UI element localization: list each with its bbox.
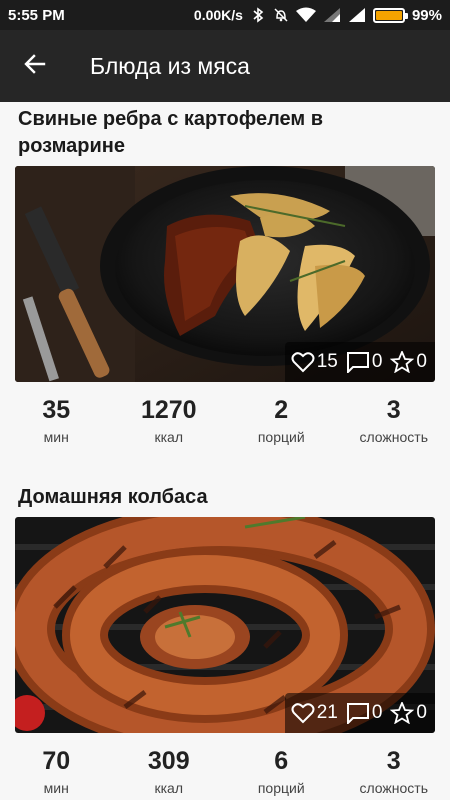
stat-label: порций — [257, 780, 305, 796]
status-time: 5:55 PM — [8, 6, 65, 24]
stat-value: 35 — [42, 396, 71, 424]
signal-icon — [348, 7, 366, 23]
heart-icon — [291, 351, 315, 373]
comments-count: 0 — [371, 702, 383, 723]
comment-icon — [346, 702, 370, 724]
stat-value: 70 — [42, 747, 71, 775]
battery-icon — [372, 7, 408, 23]
bluetooth-icon — [250, 7, 266, 23]
signal-icon — [323, 7, 341, 23]
stat-value: 1270 — [140, 396, 197, 424]
recipe-stats: 35 мин 1270 ккал 2 порций 3 сложность — [0, 382, 450, 462]
comments-count: 0 — [371, 351, 383, 372]
stat-label: мин — [43, 780, 69, 796]
favorites-count: 0 — [416, 702, 427, 723]
heart-icon — [291, 702, 315, 724]
stat-label: мин — [43, 429, 69, 445]
stat-label: сложность — [359, 429, 429, 445]
likes-count: 15 — [316, 351, 338, 372]
arrow-back-icon — [23, 52, 47, 81]
stat-calories: 309 ккал — [113, 733, 226, 800]
recipe-list[interactable]: Свиные ребра с картофелем в розмарине 15… — [0, 102, 450, 800]
stat-label: сложность — [359, 780, 429, 796]
recipe-title: Домашняя колбаса — [18, 486, 208, 508]
favorites-counter[interactable]: 0 — [390, 702, 427, 724]
card-spacer — [0, 462, 450, 480]
recipe-card[interactable]: Свиные ребра с картофелем в розмарине 15… — [0, 102, 450, 462]
recipe-card[interactable]: Домашняя колбаса 21 0 0 70 мин 309 ккал … — [0, 480, 450, 800]
star-icon — [390, 351, 415, 373]
stat-time: 70 мин — [0, 733, 113, 800]
stat-difficulty: 3 сложность — [338, 733, 450, 800]
app-bar: Блюда из мяса — [0, 30, 450, 102]
battery-level: 99% — [411, 6, 442, 24]
back-button[interactable] — [0, 30, 70, 102]
stat-value: 309 — [147, 747, 190, 775]
stat-value: 3 — [386, 747, 401, 775]
page-title: Блюда из мяса — [90, 52, 250, 79]
favorites-counter[interactable]: 0 — [390, 351, 427, 373]
recipe-photo[interactable]: 15 0 0 — [15, 166, 435, 382]
likes-counter[interactable]: 15 — [291, 351, 338, 373]
status-bar: 5:55 PM 0.00K/s 99% — [0, 0, 450, 30]
recipe-stats: 70 мин 309 ккал 6 порций 3 сложность — [0, 733, 450, 800]
favorites-count: 0 — [416, 351, 427, 372]
recipe-photo[interactable]: 21 0 0 — [15, 517, 435, 733]
recipe-counters: 15 0 0 — [284, 342, 435, 382]
alarm-off-icon — [273, 7, 289, 23]
wifi-icon — [295, 7, 316, 23]
recipe-counters: 21 0 0 — [284, 693, 435, 733]
stat-value: 3 — [386, 396, 401, 424]
stat-time: 35 мин — [0, 382, 113, 462]
network-speed: 0.00K/s — [193, 7, 243, 23]
comment-icon — [346, 351, 370, 373]
stat-label: ккал — [154, 780, 183, 796]
stat-label: ккал — [154, 429, 183, 445]
stat-calories: 1270 ккал — [113, 382, 226, 462]
likes-counter[interactable]: 21 — [291, 702, 338, 724]
stat-servings: 2 порций — [225, 382, 338, 462]
stat-value: 6 — [274, 747, 289, 775]
stat-label: порций — [257, 429, 305, 445]
star-icon — [390, 702, 415, 724]
recipe-title: Свиные ребра с картофелем в розмарине — [18, 108, 324, 157]
comments-counter[interactable]: 0 — [346, 351, 383, 373]
stat-value: 2 — [274, 396, 289, 424]
stat-servings: 6 порций — [225, 733, 338, 800]
stat-difficulty: 3 сложность — [338, 382, 450, 462]
likes-count: 21 — [316, 702, 338, 723]
comments-counter[interactable]: 0 — [346, 702, 383, 724]
